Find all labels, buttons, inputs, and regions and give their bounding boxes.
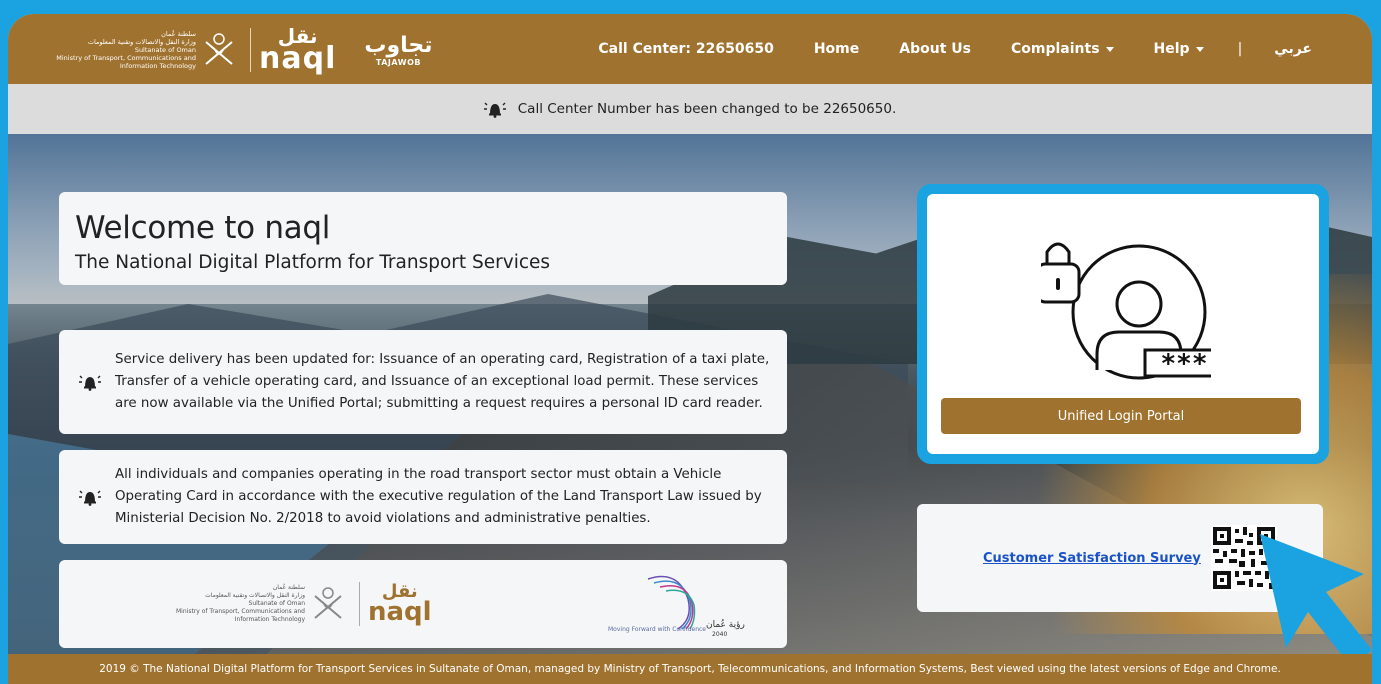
brand-logos[interactable]: سلطنة عُمان وزارة النقل والاتصالات وتقني…: [56, 24, 433, 76]
tajawob-logo-ar: تجاوب: [364, 32, 433, 58]
oman-emblem-icon: [205, 33, 233, 65]
ministry-name-en-1: Sultanate of Oman: [248, 600, 305, 607]
naql-logo-en: naql: [259, 41, 337, 76]
nav-home[interactable]: Home: [814, 41, 859, 57]
customer-satisfaction-survey-link[interactable]: Customer Satisfaction Survey: [983, 551, 1201, 566]
ministry-name-en-2: Ministry of Transport, Communications an…: [176, 608, 305, 615]
ministry-name-en-1: Sultanate of Oman: [134, 46, 196, 54]
alarm-bell-icon: [79, 375, 101, 391]
ministry-name-en-3: Information Technology: [234, 616, 305, 623]
nav-complaints-label: Complaints: [1010, 41, 1100, 57]
nav-call-center[interactable]: Call Center: 22650650: [598, 41, 773, 57]
nav-complaints-dropdown[interactable]: Complaints: [1011, 41, 1114, 57]
announcement-text: Call Center Number has been changed to b…: [517, 101, 897, 117]
news-item: All individuals and companies operating …: [59, 450, 787, 544]
footer: 2019 © The National Digital Platform for…: [8, 654, 1372, 684]
tajawob-logo-en: TAJAWOB: [375, 57, 421, 67]
svg-text:***: ***: [1161, 349, 1208, 379]
nav-help-label: Help: [1153, 41, 1190, 57]
ministry-name-en-3: Information Technology: [119, 62, 196, 70]
partner-logos-card: سلطنة عُمان وزارة النقل والاتصالات وتقني…: [59, 560, 787, 648]
main-nav: Call Center: 22650650 Home About Us Comp…: [598, 14, 1312, 84]
naql-logo-en: naql: [368, 597, 432, 627]
alarm-bell-icon: [79, 490, 101, 506]
naql-logo: نقل naql: [368, 583, 432, 627]
language-switch[interactable]: عربي: [1274, 41, 1312, 57]
vision-year: 2040: [712, 631, 727, 638]
login-card: *** Unified Login Portal: [927, 194, 1319, 454]
logo-divider: [250, 28, 251, 72]
ministry-name-ar-1: سلطنة عُمان: [161, 30, 196, 38]
user-lock-password-icon: ***: [1041, 242, 1211, 380]
welcome-subtitle: The National Digital Platform for Transp…: [75, 252, 551, 273]
vision-tagline: Moving Forward with Confidence: [608, 626, 706, 633]
ministry-logo-text: سلطنة عُمان وزارة النقل والاتصالات وتقني…: [56, 30, 196, 70]
announcement-bar: Call Center Number has been changed to b…: [8, 84, 1372, 134]
logo-divider: [359, 582, 360, 626]
ministry-name-ar-2: وزارة النقل والاتصالات وتقنية المعلومات: [205, 592, 305, 599]
tajawob-logo[interactable]: تجاوب TAJAWOB: [364, 32, 433, 67]
news-text: All individuals and companies operating …: [115, 467, 762, 526]
alarm-bell-icon: [483, 102, 506, 118]
browser-frame: سلطنة عُمان وزارة النقل والاتصالات وتقني…: [8, 14, 1372, 684]
nav-about-us[interactable]: About Us: [899, 41, 971, 57]
oman-emblem-icon: [314, 587, 342, 619]
top-navbar: سلطنة عُمان وزارة النقل والاتصالات وتقني…: [8, 14, 1372, 84]
oman-vision-2040-logo: Moving Forward with Confidence رؤية عُما…: [608, 575, 745, 638]
naql-logo: نقل naql: [259, 26, 337, 76]
chevron-down-icon: [1105, 46, 1114, 52]
ministry-logo-text: سلطنة عُمان وزارة النقل والاتصالات وتقني…: [155, 584, 305, 624]
ministry-name-ar-2: وزارة النقل والاتصالات وتقنية المعلومات: [87, 38, 196, 46]
chevron-down-icon: [1195, 46, 1204, 52]
pointer-cursor-icon: [1260, 534, 1372, 654]
welcome-title: Welcome to naql: [75, 210, 331, 246]
ministry-name-en-2: Ministry of Transport, Communications an…: [56, 54, 196, 62]
vision-name: رؤية عُمان: [706, 619, 745, 630]
nav-help-dropdown[interactable]: Help: [1154, 41, 1204, 57]
news-text: Service delivery has been updated for: I…: [115, 352, 770, 411]
ministry-name-ar-1: سلطنة عُمان: [272, 584, 305, 591]
nav-separator: |: [1237, 41, 1243, 57]
hero-section: Welcome to naql The National Digital Pla…: [8, 134, 1372, 654]
login-panel-highlight: *** Unified Login Portal: [917, 184, 1329, 464]
news-item: Service delivery has been updated for: I…: [59, 330, 787, 434]
footer-text: 2019 © The National Digital Platform for…: [99, 663, 1281, 675]
welcome-card: Welcome to naql The National Digital Pla…: [59, 192, 787, 285]
unified-login-portal-button[interactable]: Unified Login Portal: [941, 398, 1301, 434]
